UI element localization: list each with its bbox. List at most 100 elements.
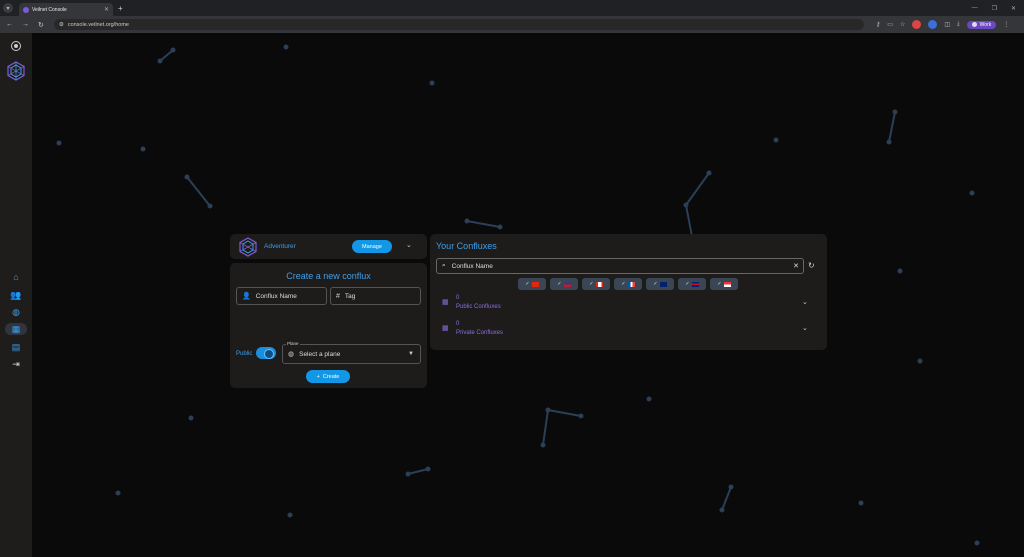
address-bar-row: ← → ↻ ⚙ console.veilnet.org/home ⚷ ▭ ☆ ◫… [0,16,1024,33]
check-icon: ✓ [589,281,594,287]
public-confluxes-group[interactable]: ▦ 0 Public Confluxes [442,294,501,312]
search-placeholder: Conflux Name [451,262,493,270]
favicon-icon [23,6,29,13]
reload-icon[interactable]: ↻ [38,21,44,29]
flag-cn-icon [531,281,539,287]
more-menu-icon[interactable]: ⋮ [1003,21,1009,28]
region-chip-sg[interactable]: ✓ [710,278,738,290]
window-close-icon[interactable]: ✕ [1011,5,1016,12]
flag-ca-icon [595,281,603,287]
region-chip-cn[interactable]: ✓ [518,278,546,290]
minimize-icon[interactable]: — [972,5,978,12]
flag-us-icon [563,281,571,287]
back-icon[interactable]: ← [6,21,13,29]
create-title: Create a new conflux [286,271,371,281]
conflux-name-field[interactable]: 👤 Conflux Name [236,287,327,305]
browser-tab-bar: ▾ Veilnet Console ✕ + — ❐ ✕ [0,0,1024,16]
create-label: Create [322,373,340,380]
status-circle-icon[interactable] [11,41,21,51]
create-button[interactable]: + Create [306,370,350,383]
profile-name: Adventurer [264,243,296,250]
main-content: Adventurer Manage ⌄ Create a new conflux… [32,33,1024,557]
extension-blue-icon[interactable] [928,20,938,29]
extensions-puzzle-icon[interactable]: ◫ [944,21,950,28]
close-tab-icon[interactable]: ✕ [104,6,109,13]
check-icon: ✓ [685,281,690,287]
conflux-grid-icon: ▦ [442,299,449,306]
plus-icon: + [316,373,320,380]
private-label: Private Confluxes [456,330,504,336]
private-count: 0 [456,321,460,327]
manage-button[interactable]: Manage [352,240,392,253]
new-tab-icon[interactable]: + [118,4,123,13]
create-conflux-card: Create a new conflux 👤 Conflux Name # Ta… [230,263,427,388]
flag-au-icon [659,281,667,287]
site-info-icon[interactable]: ⚙ [59,22,64,28]
plane-legend: Plane [286,341,300,346]
cast-icon[interactable]: ▭ [887,21,893,28]
confluxes-card: Your Confluxes ⌕ Conflux Name ✕ ↻ ✓ ✓ ✓ … [430,234,827,350]
public-label: Public Confluxes [456,304,501,310]
public-count: 0 [456,295,460,301]
globe-icon: ◍ [288,351,295,358]
check-icon: ✓ [717,281,722,287]
password-key-icon[interactable]: ⚷ [876,21,880,28]
profile-logo-icon [239,237,257,257]
chevron-down-icon[interactable]: ⌄ [802,324,808,332]
search-icon: ⌕ [442,262,446,269]
logout-icon[interactable]: ⇥ [8,358,24,370]
tab-title: Veilnet Console [32,6,67,13]
download-icon[interactable]: ⤓ [957,21,960,28]
region-chip-au[interactable]: ✓ [646,278,674,290]
url-text: console.veilnet.org/home [67,21,129,28]
avatar [971,22,977,27]
check-icon: ✓ [653,281,658,287]
server-icon[interactable]: ▤ [8,341,24,353]
tag-placeholder: Tag [344,292,356,300]
flag-sg-icon [723,281,731,287]
hashtag-icon: # [336,292,340,300]
extension-red-icon[interactable] [912,20,922,29]
public-toggle[interactable] [256,347,276,359]
people-icon[interactable]: 👥 [8,289,24,301]
region-filter-chips: ✓ ✓ ✓ ✓ ✓ ✓ ✓ [518,278,738,290]
refresh-icon[interactable]: ↻ [808,261,815,270]
plane-placeholder: Select a plane [299,350,341,358]
conflux-name-placeholder: Conflux Name [255,292,297,300]
home-icon[interactable]: ⌂ [8,271,24,283]
public-label: Public [236,351,253,357]
chevron-down-icon[interactable]: ⌄ [406,241,412,249]
profile-label: Work [979,21,992,28]
bookmark-star-icon[interactable]: ☆ [900,21,905,28]
confluxes-icon[interactable]: ▦ [5,323,27,335]
chevron-down-icon[interactable]: ⌄ [802,298,808,306]
person-icon: 👤 [242,293,251,300]
check-icon: ✓ [557,281,562,287]
browser-tab[interactable]: Veilnet Console ✕ [19,3,113,16]
maximize-icon[interactable]: ❐ [992,5,997,12]
veilnet-logo-icon [7,61,25,81]
region-chip-ca[interactable]: ✓ [582,278,610,290]
check-icon: ✓ [525,281,530,287]
region-chip-us[interactable]: ✓ [550,278,578,290]
flag-fr-icon [627,281,635,287]
check-icon: ✓ [621,281,626,287]
url-field[interactable]: ⚙ console.veilnet.org/home [53,19,864,30]
sidebar: ⌂ 👥 ◍ ▦ ▤ ⇥ [0,33,32,557]
private-confluxes-group[interactable]: ▦ 0 Private Confluxes [442,320,503,338]
tab-search-icon[interactable]: ▾ [3,3,13,13]
plane-select[interactable]: ◍ Select a plane ▼ [282,344,421,364]
conflux-grid-icon: ▦ [442,325,449,332]
conflux-search-input[interactable]: ⌕ Conflux Name ✕ [436,258,804,274]
flag-gb-icon [691,281,699,287]
region-chip-gb[interactable]: ✓ [678,278,706,290]
profile-card: Adventurer Manage ⌄ [230,234,427,259]
forward-icon[interactable]: → [22,21,29,29]
profile-button[interactable]: Work [966,20,997,29]
clear-icon[interactable]: ✕ [793,262,799,270]
confluxes-title: Your Confluxes [436,241,497,251]
tag-field[interactable]: # Tag [330,287,421,305]
caret-down-icon: ▼ [408,351,414,357]
globe-icon[interactable]: ◍ [8,306,24,318]
region-chip-fr[interactable]: ✓ [614,278,642,290]
